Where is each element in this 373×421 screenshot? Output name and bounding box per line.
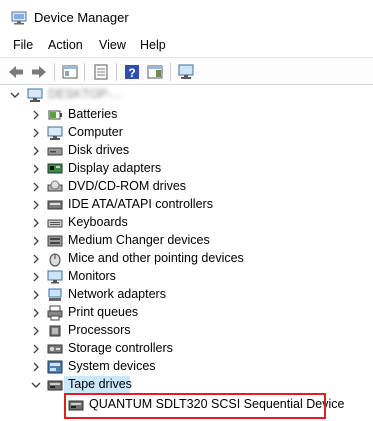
- tree-category-label: Computer: [68, 125, 123, 139]
- mouse-icon: [49, 253, 61, 267]
- toolbar: ?: [0, 57, 373, 85]
- tree-category-row[interactable]: Display adapters: [0, 160, 373, 178]
- tree-category-row[interactable]: Network adapters: [0, 286, 373, 304]
- tree-category-row[interactable]: Batteries: [0, 106, 373, 124]
- computer-root-icon: [27, 88, 43, 102]
- chevron-right-icon[interactable]: [30, 307, 42, 319]
- chevron-right-icon[interactable]: [30, 181, 42, 193]
- menu-help[interactable]: Help: [140, 38, 166, 52]
- forward-icon: [32, 66, 46, 78]
- keyboard-icon: [47, 219, 63, 228]
- scan-hardware-button[interactable]: [176, 62, 196, 82]
- menu-action[interactable]: Action: [48, 38, 83, 52]
- tree-category-label: Disk drives: [68, 143, 130, 157]
- tree-category-label: Storage controllers: [68, 341, 173, 355]
- toolbar-separator: [170, 63, 171, 81]
- tree-category-label: Network adapters: [68, 287, 166, 301]
- help-icon: ?: [125, 65, 139, 80]
- ide-controller-icon: [47, 200, 63, 210]
- network-adapter-icon: [48, 288, 62, 301]
- chevron-right-icon[interactable]: [30, 235, 42, 247]
- tree-root[interactable]: DESKTOP-...: [0, 86, 373, 104]
- battery-icon: [48, 110, 62, 120]
- tree-category-row[interactable]: Mice and other pointing devices: [0, 250, 373, 268]
- window-title: Device Manager: [34, 10, 129, 25]
- back-button[interactable]: [6, 62, 26, 82]
- medium-changer-icon: [47, 235, 63, 247]
- tree-root-label: DESKTOP-...: [48, 87, 123, 101]
- chevron-right-icon[interactable]: [30, 325, 42, 337]
- monitor-icon: [47, 270, 63, 284]
- device-tree: DESKTOP-... Batteries Computer Disk drives…: [0, 86, 373, 421]
- tree-category-label: Processors: [68, 323, 131, 337]
- printer-icon: [47, 305, 63, 321]
- menu-bar: File Action View Help: [0, 36, 373, 55]
- chevron-right-icon[interactable]: [30, 271, 42, 283]
- tree-category-label: Keyboards: [68, 215, 128, 229]
- tree-category-label: System devices: [68, 359, 156, 373]
- tree-category-label: Monitors: [68, 269, 116, 283]
- storage-controller-icon: [47, 344, 63, 354]
- device-manager-icon: [11, 11, 27, 25]
- computer-icon: [47, 126, 63, 140]
- tree-category-row[interactable]: System devices: [0, 358, 373, 376]
- svg-text:?: ?: [128, 66, 135, 80]
- tree-category-label: IDE ATA/ATAPI controllers: [68, 197, 213, 211]
- tree-category-label: Tape drives: [68, 377, 132, 391]
- tree-category-row[interactable]: Storage controllers: [0, 340, 373, 358]
- chevron-right-icon[interactable]: [30, 343, 42, 355]
- tree-category-row[interactable]: Computer: [0, 124, 373, 142]
- tree-category-row[interactable]: Keyboards: [0, 214, 373, 232]
- chevron-right-icon[interactable]: [30, 163, 42, 175]
- show-hide-console-tree-button[interactable]: [60, 62, 80, 82]
- processor-icon: [49, 325, 61, 337]
- system-device-icon: [47, 360, 63, 374]
- action-pane-icon: [147, 65, 163, 79]
- console-tree-icon: [94, 64, 108, 80]
- properties-pane-icon: [62, 65, 78, 79]
- chevron-right-icon[interactable]: [30, 253, 42, 265]
- chevron-right-icon[interactable]: [30, 217, 42, 229]
- chevron-right-icon[interactable]: [30, 145, 42, 157]
- forward-button[interactable]: [29, 62, 49, 82]
- tree-category-label: DVD/CD-ROM drives: [68, 179, 187, 193]
- toolbar-separator: [116, 63, 117, 81]
- tree-category-row[interactable]: DVD/CD-ROM drives: [0, 178, 373, 196]
- help-button[interactable]: ?: [122, 62, 142, 82]
- chevron-right-icon[interactable]: [30, 109, 42, 121]
- tree-category-row[interactable]: Monitors: [0, 268, 373, 286]
- menu-view[interactable]: View: [99, 38, 126, 52]
- chevron-right-icon[interactable]: [30, 361, 42, 373]
- display-adapter-icon: [47, 163, 63, 174]
- chevron-down-icon[interactable]: [9, 89, 21, 101]
- menu-file[interactable]: File: [13, 38, 33, 52]
- monitor-icon: [178, 64, 194, 79]
- tree-category-row[interactable]: IDE ATA/ATAPI controllers: [0, 196, 373, 214]
- tree-category-label: Batteries: [68, 107, 118, 121]
- tree-category-label: Print queues: [68, 305, 139, 319]
- disk-drive-icon: [47, 147, 63, 156]
- tree-category-row[interactable]: Print queues: [0, 304, 373, 322]
- back-icon: [9, 66, 23, 78]
- highlight-box: [64, 393, 326, 419]
- action-pane-button[interactable]: [145, 62, 165, 82]
- chevron-right-icon[interactable]: [30, 127, 42, 139]
- chevron-right-icon[interactable]: [30, 199, 42, 211]
- tree-category-row[interactable]: Medium Changer devices: [0, 232, 373, 250]
- tree-category-label: Display adapters: [68, 161, 162, 175]
- chevron-down-icon[interactable]: [30, 379, 42, 391]
- toolbar-separator: [84, 63, 85, 81]
- chevron-right-icon[interactable]: [30, 289, 42, 301]
- tree-category-row[interactable]: Disk drives: [0, 142, 373, 160]
- tree-category-label: Mice and other pointing devices: [68, 251, 244, 265]
- tape-drive-icon: [47, 380, 63, 391]
- tree-category-label: Medium Changer devices: [68, 233, 210, 247]
- title-bar: Device Manager: [0, 0, 373, 36]
- tree-category-row[interactable]: Tape drives: [0, 376, 373, 394]
- dvd-drive-icon: [47, 180, 63, 192]
- toolbar-separator: [54, 63, 55, 81]
- tree-category-row[interactable]: Processors: [0, 322, 373, 340]
- properties-button[interactable]: [91, 62, 111, 82]
